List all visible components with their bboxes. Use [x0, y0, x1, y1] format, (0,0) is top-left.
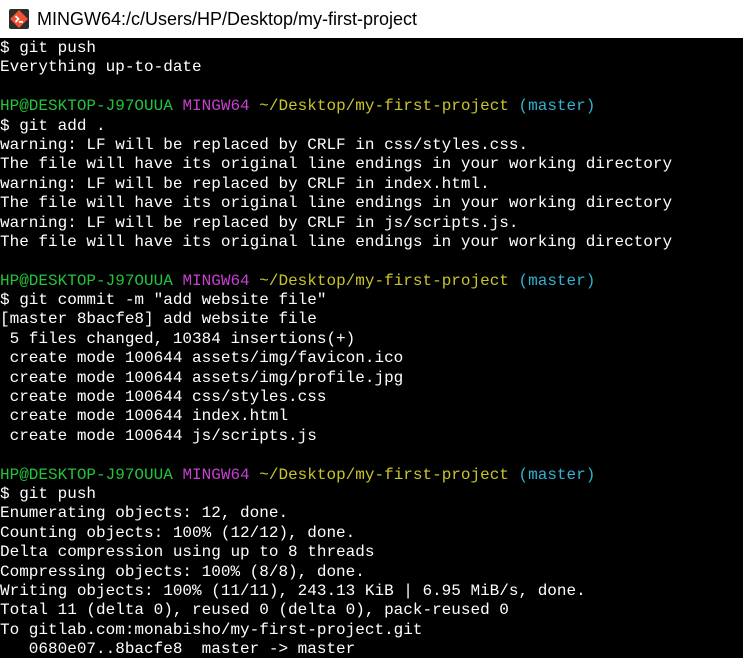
prompt-path: ~/Desktop/my-first-project	[259, 465, 509, 484]
prompt-shell: MINGW64	[182, 97, 250, 116]
output-line: warning: LF will be replaced by CRLF in …	[0, 174, 490, 193]
prompt-line: HP@DESKTOP-J97OUUA MINGW64 ~/Desktop/my-…	[0, 272, 743, 291]
command-line: $ git add .	[0, 116, 106, 135]
window-title: MINGW64:/c/Users/HP/Desktop/my-first-pro…	[37, 8, 418, 29]
prompt-user-host: HP@DESKTOP-J97OUUA	[0, 465, 173, 484]
output-line: The file will have its original line end…	[0, 194, 673, 213]
output-line: warning: LF will be replaced by CRLF in …	[0, 135, 529, 154]
output-line: Compressing objects: 100% (8/8), done.	[0, 562, 365, 581]
output-line: Total 11 (delta 0), reused 0 (delta 0), …	[0, 601, 509, 620]
prompt-path: ~/Desktop/my-first-project	[259, 97, 509, 116]
output-line: Writing objects: 100% (11/11), 243.13 Ki…	[0, 581, 586, 600]
output-line: Counting objects: 100% (12/12), done.	[0, 523, 356, 542]
output-line: create mode 100644 css/styles.css	[0, 388, 327, 407]
prompt-shell: MINGW64	[182, 271, 250, 290]
output-line: warning: LF will be replaced by CRLF in …	[0, 213, 519, 232]
output-line: Everything up-to-date	[0, 58, 202, 77]
output-line: Delta compression using up to 8 threads	[0, 543, 375, 562]
terminal-output[interactable]: $ git push Everything up-to-date HP@DESKTO…	[0, 39, 743, 658]
prompt-line: HP@DESKTOP-J97OUUA MINGW64 ~/Desktop/my-…	[0, 97, 743, 116]
prompt-branch: (master)	[518, 465, 596, 484]
output-line: create mode 100644 index.html	[0, 407, 289, 426]
prompt-path: ~/Desktop/my-first-project	[259, 271, 509, 290]
output-line: 5 files changed, 10384 insertions(+)	[0, 329, 356, 348]
prompt-branch: (master)	[518, 97, 596, 116]
prompt-user-host: HP@DESKTOP-J97OUUA	[0, 97, 173, 116]
output-line: create mode 100644 assets/img/profile.jp…	[0, 368, 404, 387]
git-bash-icon	[8, 8, 30, 30]
command-line: $ git push	[0, 39, 97, 57]
output-line: create mode 100644 assets/img/favicon.ic…	[0, 349, 404, 368]
output-line: [master 8bacfe8] add website file	[0, 310, 317, 329]
prompt-branch: (master)	[518, 271, 596, 290]
title-bar[interactable]: MINGW64:/c/Users/HP/Desktop/my-first-pro…	[0, 0, 743, 38]
command-line: $ git push	[0, 484, 97, 503]
output-line: Enumerating objects: 12, done.	[0, 504, 289, 523]
output-line: To gitlab.com:monabisho/my-first-project…	[0, 620, 423, 639]
prompt-shell: MINGW64	[182, 465, 250, 484]
terminal-window: MINGW64:/c/Users/HP/Desktop/my-first-pro…	[0, 0, 743, 658]
prompt-line: HP@DESKTOP-J97OUUA MINGW64 ~/Desktop/my-…	[0, 466, 743, 485]
output-line: create mode 100644 js/scripts.js	[0, 426, 317, 445]
output-line: The file will have its original line end…	[0, 232, 673, 251]
output-line: The file will have its original line end…	[0, 155, 673, 174]
output-line: 0680e07..8bacfe8 master -> master	[0, 640, 356, 658]
command-line: $ git commit -m "add website file"	[0, 291, 327, 310]
prompt-user-host: HP@DESKTOP-J97OUUA	[0, 271, 173, 290]
